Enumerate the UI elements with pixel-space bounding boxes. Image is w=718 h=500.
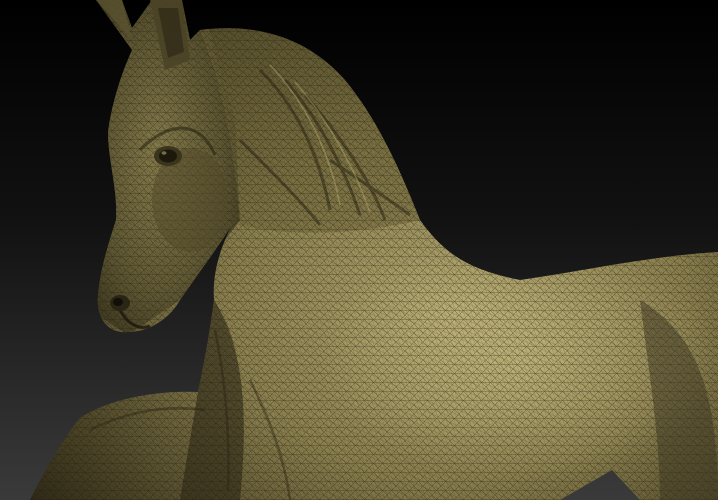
nostril <box>110 295 130 311</box>
horse-sculpt-render <box>0 0 718 500</box>
eye-icon <box>154 146 182 166</box>
sculpt-viewport[interactable] <box>0 0 718 500</box>
